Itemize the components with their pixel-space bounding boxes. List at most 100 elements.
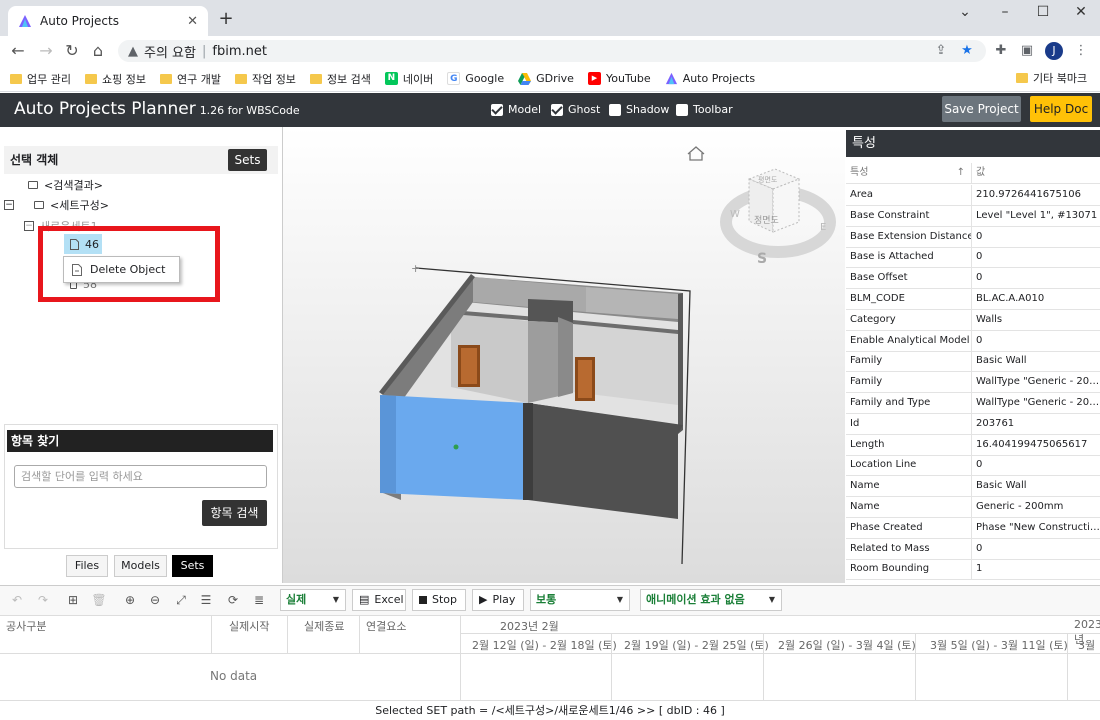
bookmark-item[interactable]: ▶ YouTube xyxy=(587,72,651,85)
save-project-button[interactable]: Save Project xyxy=(942,96,1021,122)
collapse-icon[interactable]: − xyxy=(4,200,14,210)
bookmark-item[interactable]: G Google xyxy=(447,72,504,85)
speed-select[interactable]: 보통 ▼ xyxy=(530,589,630,611)
more-menu-icon[interactable]: ⋮ xyxy=(1072,42,1090,60)
redo-icon[interactable]: ↷ xyxy=(34,591,52,609)
bookmark-item[interactable]: 연구 개발 xyxy=(159,71,221,87)
mode-select[interactable]: 실제 ▼ xyxy=(280,589,346,611)
property-row[interactable]: Base Constraint Level "Level 1", #13071 xyxy=(846,205,1100,227)
reload-icon[interactable]: ↻ xyxy=(62,41,82,61)
tab-sets[interactable]: Sets xyxy=(172,555,213,577)
property-key: Location Line xyxy=(846,455,972,476)
bookmark-item[interactable]: 작업 정보 xyxy=(234,71,296,87)
folder-icon xyxy=(84,73,97,84)
home-icon[interactable]: ⌂ xyxy=(88,41,108,61)
toggle-model[interactable]: Model xyxy=(491,103,541,116)
property-row[interactable]: Base is Attached 0 xyxy=(846,247,1100,269)
property-row[interactable]: Category Walls xyxy=(846,309,1100,331)
column-header-key[interactable]: 특성 ↑ xyxy=(846,163,972,183)
zoom-in-icon[interactable]: ⊕ xyxy=(121,591,139,609)
property-value: 0 xyxy=(976,251,983,263)
omnibox[interactable]: ▲ 주의 요함 | fbim.net xyxy=(118,40,986,62)
gantt-column-type: 공사구분 xyxy=(6,620,47,633)
property-row[interactable]: Location Line 0 xyxy=(846,455,1100,477)
toggle-ghost[interactable]: Ghost xyxy=(551,103,600,116)
property-row[interactable]: Name Basic Wall xyxy=(846,476,1100,498)
collapse-all-icon[interactable]: ☰ xyxy=(197,591,215,609)
gantt-column-start: 실제시작 xyxy=(229,620,270,633)
maximize-button[interactable]: ☐ xyxy=(1028,4,1058,24)
settings-list-icon[interactable]: ≣ xyxy=(250,591,268,609)
toggle-toolbar[interactable]: Toolbar xyxy=(676,103,733,116)
property-row[interactable]: Family and Type WallType "Generic - 200..… xyxy=(846,393,1100,414)
tab-models[interactable]: Models xyxy=(114,555,167,577)
bookmark-item[interactable]: 정보 검색 xyxy=(309,71,371,87)
tab-files[interactable]: Files xyxy=(66,555,108,577)
property-row[interactable]: Base Extension Distance 0 xyxy=(846,226,1100,248)
animation-select[interactable]: 애니메이션 효과 없음 ▼ xyxy=(640,589,782,611)
back-icon[interactable]: ← xyxy=(8,41,28,61)
tree-node-sets[interactable]: − <세트구성> xyxy=(4,197,109,213)
checkbox[interactable] xyxy=(551,103,563,116)
property-key: BLM_CODE xyxy=(846,289,972,309)
column-header-value[interactable]: 값 xyxy=(972,163,1100,183)
checkbox[interactable] xyxy=(609,103,621,116)
play-button[interactable]: ▶ Play xyxy=(472,589,524,611)
other-bookmarks[interactable]: 기타 북마크 xyxy=(1016,70,1087,86)
property-row[interactable]: Enable Analytical Model 0 xyxy=(846,330,1100,352)
zoom-out-icon[interactable]: ⊖ xyxy=(146,591,164,609)
undo-icon[interactable]: ↶ xyxy=(8,591,26,609)
property-row[interactable]: Family Basic Wall xyxy=(846,351,1100,373)
profile-avatar[interactable]: J xyxy=(1045,42,1063,60)
property-row[interactable]: Name Generic - 200mm xyxy=(846,497,1100,518)
help-doc-button[interactable]: Help Doc xyxy=(1030,96,1092,122)
bookmark-item[interactable]: N 네이버 xyxy=(384,71,433,87)
property-value: 0 xyxy=(976,542,983,554)
side-panel-icon[interactable]: ▣ xyxy=(1018,42,1036,60)
bookmark-star-icon[interactable]: ★ xyxy=(958,42,976,60)
property-row[interactable]: Length 16.404199475065617 xyxy=(846,434,1100,456)
zoom-fit-icon[interactable]: ⤢ xyxy=(172,591,190,609)
browser-tab[interactable]: Auto Projects ✕ xyxy=(8,6,208,36)
property-row[interactable]: Family WallType "Generic - 200... xyxy=(846,372,1100,394)
toggle-shadow[interactable]: Shadow xyxy=(609,103,669,116)
new-tab-button[interactable]: + xyxy=(216,10,236,30)
find-input[interactable]: 검색할 단어를 입력 하세요 xyxy=(14,465,267,488)
property-value: WallType "Generic - 200... xyxy=(976,397,1100,408)
property-row[interactable]: Room Bounding 1 xyxy=(846,559,1100,581)
stop-button[interactable]: Stop xyxy=(412,589,466,611)
share-icon[interactable]: ⇪ xyxy=(932,42,950,60)
property-row[interactable]: BLM_CODE BL.AC.A.A010 xyxy=(846,289,1100,310)
bookmark-item[interactable]: 업무 관리 xyxy=(10,71,71,87)
property-value: BL.AC.A.A010 xyxy=(976,293,1045,304)
close-tab-icon[interactable]: ✕ xyxy=(187,14,198,29)
property-row[interactable]: Phase Created Phase "New Constructio... xyxy=(846,517,1100,539)
property-row[interactable]: Base Offset 0 xyxy=(846,268,1100,290)
property-key: Base is Attached xyxy=(846,247,972,268)
checkbox[interactable] xyxy=(491,103,503,116)
sets-button[interactable]: Sets xyxy=(228,149,267,171)
tree-node-search-results[interactable]: <검색결과> xyxy=(28,177,103,193)
excel-button[interactable]: ▤ Excel xyxy=(352,589,406,611)
bookmark-item[interactable]: Auto Projects xyxy=(665,72,755,85)
refresh-icon[interactable]: ⟳ xyxy=(224,591,242,609)
minimize-button[interactable]: – xyxy=(990,4,1020,24)
bookmark-item[interactable]: 쇼핑 정보 xyxy=(84,71,146,87)
property-key: Enable Analytical Model xyxy=(846,330,972,351)
find-button[interactable]: 항목 검색 xyxy=(202,500,267,526)
delete-task-icon[interactable]: 🗑 xyxy=(90,591,108,609)
collapse-icon[interactable]: − xyxy=(24,221,34,231)
close-window-button[interactable]: ✕ xyxy=(1066,4,1096,24)
add-task-icon[interactable]: ⊞ xyxy=(64,591,82,609)
property-row[interactable]: Area 210.9726441675106 xyxy=(846,185,1100,206)
property-key: Base Extension Distance xyxy=(846,226,972,247)
forward-icon[interactable]: → xyxy=(36,41,56,61)
property-row[interactable]: Id 203761 xyxy=(846,413,1100,435)
tab-search-icon[interactable]: ⌄ xyxy=(950,4,980,24)
extensions-icon[interactable]: ✚ xyxy=(992,42,1010,60)
bookmark-item[interactable]: GDrive xyxy=(518,72,574,85)
gantt-week: 2월 19일 (일) - 2월 25일 (토) xyxy=(624,639,769,652)
checkbox[interactable] xyxy=(676,103,688,116)
model-viewer[interactable]: W E S 평면도 정면도 + xyxy=(283,127,845,583)
property-row[interactable]: Related to Mass 0 xyxy=(846,538,1100,560)
